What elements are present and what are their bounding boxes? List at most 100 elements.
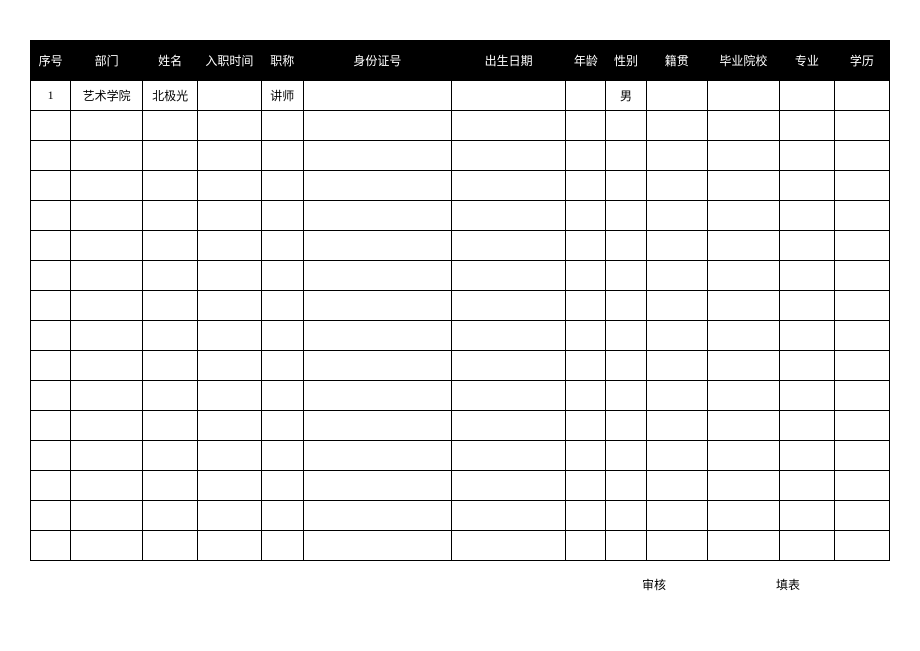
header-seq: 序号 <box>31 41 71 81</box>
table-row <box>31 441 890 471</box>
cell-edu <box>834 351 889 381</box>
cell-major <box>779 81 834 111</box>
cell-origin <box>646 381 707 411</box>
table-row <box>31 141 890 171</box>
cell-name <box>143 171 198 201</box>
cell-edu <box>834 81 889 111</box>
table-row <box>31 111 890 141</box>
cell-edu <box>834 141 889 171</box>
cell-seq <box>31 411 71 441</box>
cell-gender <box>606 531 646 561</box>
cell-school <box>707 171 779 201</box>
cell-dept <box>71 321 143 351</box>
cell-seq <box>31 441 71 471</box>
cell-birth <box>451 381 565 411</box>
header-gender: 性别 <box>606 41 646 81</box>
cell-age <box>566 261 606 291</box>
cell-id <box>303 501 451 531</box>
cell-dept <box>71 351 143 381</box>
cell-seq <box>31 111 71 141</box>
cell-birth <box>451 441 565 471</box>
cell-age <box>566 231 606 261</box>
cell-edu <box>834 231 889 261</box>
cell-edu <box>834 381 889 411</box>
cell-title <box>261 231 303 261</box>
cell-title <box>261 411 303 441</box>
cell-major <box>779 441 834 471</box>
cell-hire <box>198 411 261 441</box>
cell-birth <box>451 351 565 381</box>
cell-dept <box>71 171 143 201</box>
staff-table: 序号 部门 姓名 入职时间 职称 身份证号 出生日期 年龄 性别 籍贯 毕业院校… <box>30 40 890 561</box>
cell-dept <box>71 231 143 261</box>
cell-major <box>779 141 834 171</box>
fill-label: 填表 <box>776 576 800 593</box>
cell-origin <box>646 141 707 171</box>
cell-major <box>779 201 834 231</box>
cell-id <box>303 231 451 261</box>
cell-seq <box>31 381 71 411</box>
cell-major <box>779 351 834 381</box>
table-row <box>31 291 890 321</box>
cell-seq <box>31 471 71 501</box>
cell-name <box>143 201 198 231</box>
table-body: 1艺术学院北极光讲师男 <box>31 81 890 561</box>
cell-origin <box>646 81 707 111</box>
cell-school <box>707 351 779 381</box>
cell-major <box>779 411 834 441</box>
cell-age <box>566 81 606 111</box>
cell-age <box>566 171 606 201</box>
cell-origin <box>646 531 707 561</box>
cell-dept <box>71 201 143 231</box>
table-row <box>31 531 890 561</box>
cell-school <box>707 141 779 171</box>
cell-gender <box>606 321 646 351</box>
cell-name <box>143 291 198 321</box>
cell-dept <box>71 111 143 141</box>
header-edu: 学历 <box>834 41 889 81</box>
cell-title <box>261 531 303 561</box>
cell-name <box>143 141 198 171</box>
cell-major <box>779 321 834 351</box>
cell-major <box>779 111 834 141</box>
cell-hire <box>198 441 261 471</box>
cell-title <box>261 501 303 531</box>
cell-dept: 艺术学院 <box>71 81 143 111</box>
cell-dept <box>71 291 143 321</box>
cell-edu <box>834 321 889 351</box>
cell-title <box>261 351 303 381</box>
cell-id <box>303 441 451 471</box>
cell-id <box>303 471 451 501</box>
table-row <box>31 471 890 501</box>
cell-seq <box>31 231 71 261</box>
header-origin: 籍贯 <box>646 41 707 81</box>
cell-gender <box>606 441 646 471</box>
cell-birth <box>451 501 565 531</box>
cell-origin <box>646 441 707 471</box>
cell-id <box>303 111 451 141</box>
cell-hire <box>198 261 261 291</box>
cell-school <box>707 501 779 531</box>
cell-hire <box>198 381 261 411</box>
cell-hire <box>198 531 261 561</box>
cell-edu <box>834 501 889 531</box>
cell-gender <box>606 171 646 201</box>
cell-id <box>303 201 451 231</box>
cell-dept <box>71 411 143 441</box>
cell-school <box>707 531 779 561</box>
header-title: 职称 <box>261 41 303 81</box>
cell-birth <box>451 261 565 291</box>
cell-origin <box>646 321 707 351</box>
cell-name: 北极光 <box>143 81 198 111</box>
cell-gender <box>606 111 646 141</box>
cell-title <box>261 471 303 501</box>
cell-gender <box>606 201 646 231</box>
cell-id <box>303 291 451 321</box>
cell-edu <box>834 261 889 291</box>
cell-major <box>779 471 834 501</box>
cell-major <box>779 381 834 411</box>
cell-gender <box>606 501 646 531</box>
cell-hire <box>198 231 261 261</box>
cell-edu <box>834 471 889 501</box>
review-label: 审核 <box>642 576 666 593</box>
